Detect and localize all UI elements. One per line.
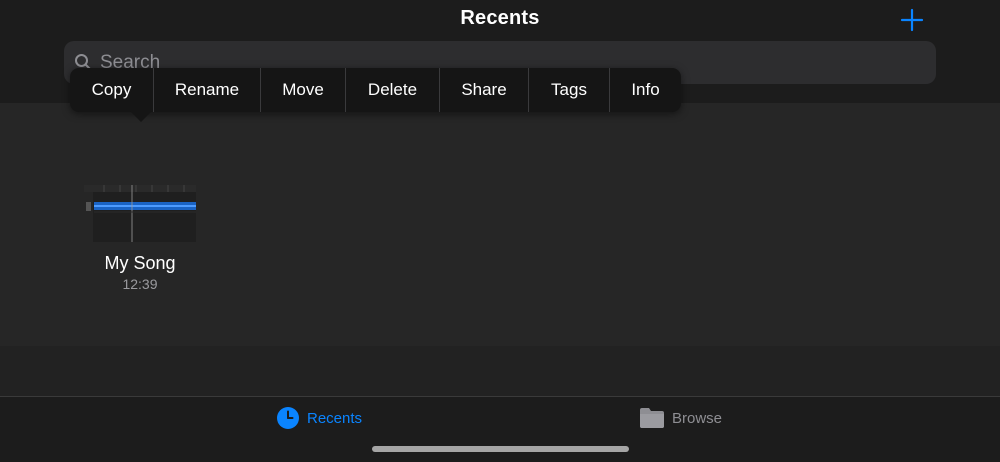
page-title: Recents: [460, 7, 540, 29]
context-menu-pointer: [130, 111, 152, 122]
file-time: 12:39: [122, 276, 158, 292]
file-item-my-song[interactable]: My Song 12:39: [70, 185, 210, 295]
file-name: My Song: [104, 253, 176, 273]
add-button[interactable]: [900, 8, 924, 32]
menu-item-copy[interactable]: Copy: [70, 68, 154, 112]
garageband-song-thumbnail: [84, 185, 196, 242]
home-indicator: [372, 446, 629, 452]
tab-browse[interactable]: Browse: [639, 405, 722, 431]
tab-label: Recents: [307, 409, 363, 427]
files-app: Recents Search My Song 12:39 Copy Rename…: [0, 0, 1000, 462]
clock-icon: [277, 407, 299, 429]
folder-icon: [640, 408, 664, 428]
context-menu: Copy Rename Move Delete Share Tags Info: [70, 68, 681, 112]
menu-item-tags[interactable]: Tags: [529, 68, 610, 112]
menu-item-delete[interactable]: Delete: [346, 68, 440, 112]
tab-bar: Recents Browse: [0, 396, 1000, 462]
menu-item-info[interactable]: Info: [610, 68, 681, 112]
plus-icon: [900, 8, 924, 32]
tab-recents[interactable]: Recents: [276, 405, 362, 431]
tab-label: Browse: [672, 409, 723, 427]
content-bottom-area: [0, 346, 1000, 396]
menu-item-rename[interactable]: Rename: [154, 68, 261, 112]
menu-item-share[interactable]: Share: [440, 68, 529, 112]
menu-item-move[interactable]: Move: [261, 68, 346, 112]
